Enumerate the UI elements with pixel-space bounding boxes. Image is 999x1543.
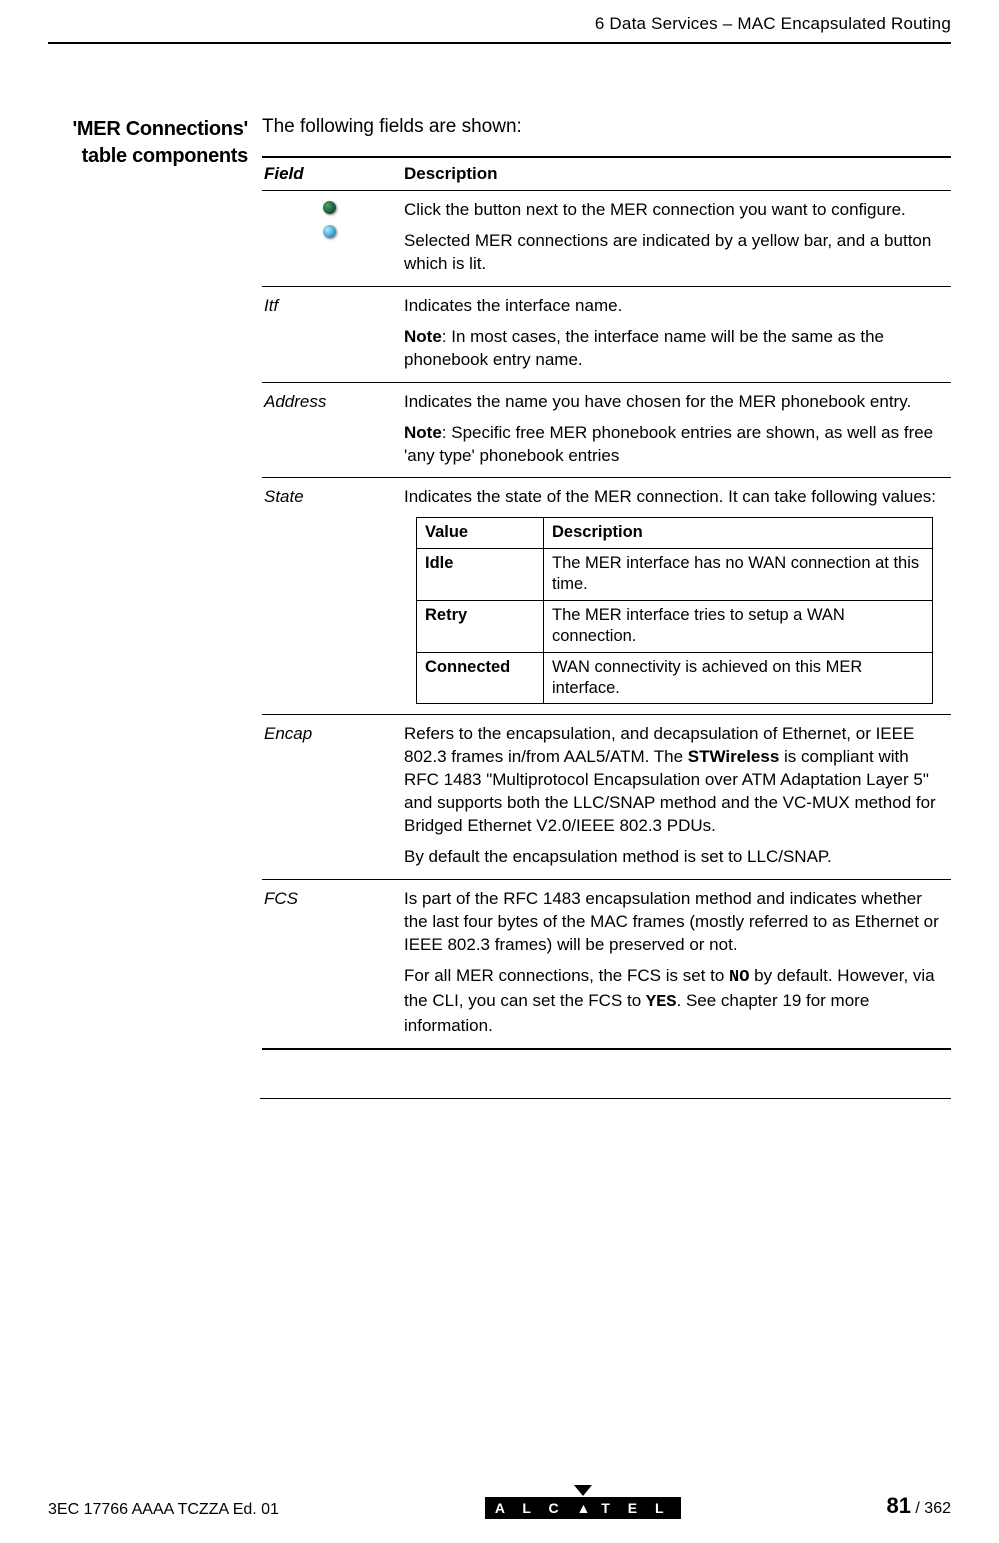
field-name: Itf — [262, 286, 402, 382]
bullet-off-icon — [323, 201, 336, 214]
note-text: : Specific free MER phonebook entries ar… — [404, 423, 933, 465]
section-end-rule — [260, 1098, 951, 1099]
page-total: 362 — [924, 1500, 951, 1517]
th-field: Field — [262, 157, 402, 191]
intro-text: The following fields are shown: — [262, 116, 951, 138]
desc-text: For all MER connections, the FCS is set … — [404, 965, 943, 1038]
table-row: Encap Refers to the encapsulation, and d… — [262, 715, 951, 880]
state-value: Connected — [417, 652, 544, 704]
desc-text: By default the encapsulation method is s… — [404, 846, 943, 869]
footer-page-number: 81 / 362 — [886, 1493, 951, 1519]
field-name: Address — [262, 382, 402, 478]
footer-doc-id: 3EC 17766 AAAA TCZZA Ed. 01 — [48, 1501, 279, 1519]
desc-cell: Indicates the name you have chosen for t… — [402, 382, 951, 478]
inner-th-value: Value — [417, 518, 544, 548]
field-name: State — [262, 478, 402, 715]
note-label: Note — [404, 327, 442, 346]
desc-cell: Is part of the RFC 1483 encapsulation me… — [402, 880, 951, 1049]
margin-heading: 'MER Connections' table components — [48, 116, 262, 1050]
note-text: : In most cases, the interface name will… — [404, 327, 884, 369]
table-row: FCS Is part of the RFC 1483 encapsulatio… — [262, 880, 951, 1049]
table-row: State Indicates the state of the MER con… — [262, 478, 951, 715]
desc-text: Refers to the encapsulation, and decapsu… — [404, 723, 943, 838]
content-area: 'MER Connections' table components The f… — [48, 116, 951, 1050]
main-column: The following fields are shown: Field De… — [262, 116, 951, 1050]
table-row: Itf Indicates the interface name. Note: … — [262, 286, 951, 382]
page: 6 Data Services – MAC Encapsulated Routi… — [0, 0, 999, 1543]
desc-cell: Indicates the state of the MER connectio… — [402, 478, 951, 715]
text-run: For all MER connections, the FCS is set … — [404, 966, 729, 985]
state-desc: The MER interface has no WAN connection … — [544, 548, 933, 600]
margin-heading-line2: table components — [48, 143, 248, 170]
page-footer: 3EC 17766 AAAA TCZZA Ed. 01 A L C ▲ T E … — [48, 1485, 951, 1519]
table-row: Address Indicates the name you have chos… — [262, 382, 951, 478]
state-values-table: Value Description Idle The MER interface… — [416, 517, 933, 704]
code-value: YES — [646, 993, 677, 1012]
state-value: Retry — [417, 600, 544, 652]
bullet-on-icon — [323, 225, 336, 238]
field-name: FCS — [262, 880, 402, 1049]
desc-text: Selected MER connections are indicated b… — [404, 230, 943, 276]
inner-th-desc: Description — [544, 518, 933, 548]
margin-heading-line1: 'MER Connections' — [48, 116, 248, 143]
desc-cell: Click the button next to the MER connect… — [402, 191, 951, 287]
desc-text: Note: Specific free MER phonebook entrie… — [404, 422, 943, 468]
page-current: 81 — [886, 1493, 910, 1518]
state-value: Idle — [417, 548, 544, 600]
state-desc: WAN connectivity is achieved on this MER… — [544, 652, 933, 704]
desc-text: Click the button next to the MER connect… — [404, 199, 943, 222]
table-row: Click the button next to the MER connect… — [262, 191, 951, 287]
state-desc: The MER interface tries to setup a WAN c… — [544, 600, 933, 652]
page-sep: / — [911, 1500, 924, 1517]
header-rule — [48, 42, 951, 44]
fields-table: Field Description Click the button next … — [262, 156, 951, 1050]
triangle-icon — [574, 1485, 592, 1496]
field-icons — [262, 191, 402, 287]
desc-text: Indicates the state of the MER connectio… — [404, 486, 943, 509]
desc-text: Indicates the interface name. — [404, 295, 943, 318]
product-name: STWireless — [688, 747, 780, 766]
desc-cell: Indicates the interface name. Note: In m… — [402, 286, 951, 382]
desc-text: Indicates the name you have chosen for t… — [404, 391, 943, 414]
code-value: NO — [729, 968, 749, 987]
running-header: 6 Data Services – MAC Encapsulated Routi… — [48, 14, 951, 42]
desc-text: Note: In most cases, the interface name … — [404, 326, 943, 372]
desc-text: Is part of the RFC 1483 encapsulation me… — [404, 888, 943, 957]
alcatel-logo: A L C ▲ T E L — [485, 1497, 681, 1519]
note-label: Note — [404, 423, 442, 442]
footer-logo-block: A L C ▲ T E L — [279, 1485, 887, 1519]
field-name: Encap — [262, 715, 402, 880]
desc-cell: Refers to the encapsulation, and decapsu… — [402, 715, 951, 880]
th-description: Description — [402, 157, 951, 191]
